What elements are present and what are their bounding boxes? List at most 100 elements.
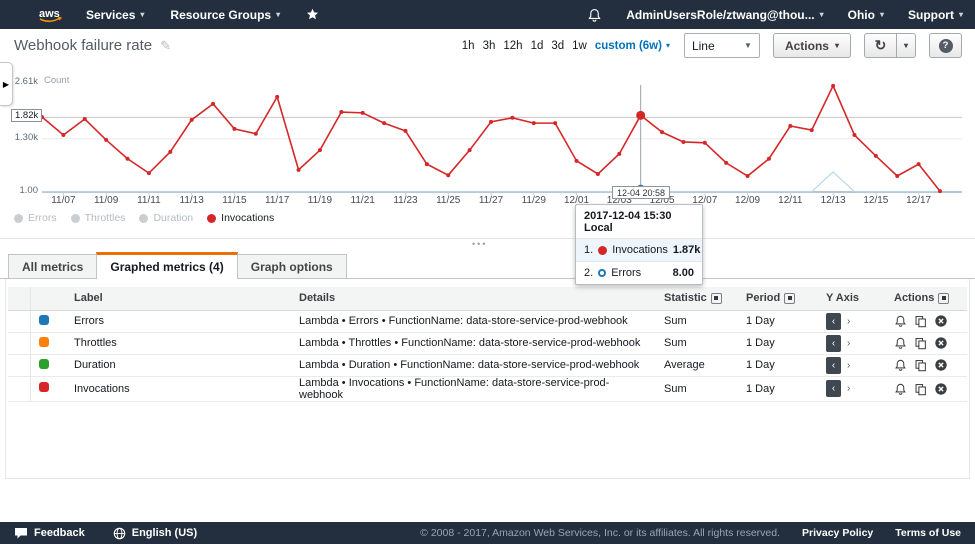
range-1h[interactable]: 1h	[462, 40, 475, 52]
x-tick-label: 12/09	[726, 195, 770, 206]
x-tick-label: 11/09	[84, 195, 128, 206]
refresh-options-button[interactable]: ▾	[897, 33, 916, 58]
pin-shortcut-icon[interactable]	[306, 8, 319, 21]
metric-period[interactable]: 1 Day	[740, 310, 820, 332]
info-icon[interactable]	[711, 293, 722, 304]
series-marker-filled	[598, 246, 607, 255]
chart-type-value: Line	[692, 39, 715, 53]
y-axis-left-toggle[interactable]: ‹	[826, 313, 841, 330]
column-header-statistic: Statistic	[664, 292, 707, 304]
legend-item-errors[interactable]: Errors	[14, 212, 57, 224]
tab-graph-options[interactable]: Graph options	[237, 254, 347, 278]
legend-label: Invocations	[221, 212, 274, 224]
tooltip-series-name: Errors	[611, 267, 667, 279]
help-button[interactable]: ?	[929, 33, 962, 58]
remove-metric-icon[interactable]	[934, 382, 948, 396]
create-alarm-icon[interactable]	[894, 314, 907, 328]
metric-statistic[interactable]: Sum	[658, 332, 740, 354]
metric-statistic[interactable]: Sum	[658, 376, 740, 401]
range-1w[interactable]: 1w	[572, 40, 587, 52]
y-axis-right-toggle[interactable]: ›	[847, 383, 850, 394]
account-menu[interactable]: AdminUsersRole/ztwang@thou... ▾	[626, 8, 823, 22]
metric-period[interactable]: 1 Day	[740, 376, 820, 401]
series-color-swatch[interactable]	[39, 337, 49, 347]
legend-item-throttles[interactable]: Throttles	[71, 212, 126, 224]
y-axis-right-toggle[interactable]: ›	[847, 338, 850, 349]
create-alarm-icon[interactable]	[894, 358, 907, 372]
info-icon[interactable]	[938, 293, 949, 304]
region-menu[interactable]: Ohio▾	[848, 8, 884, 22]
actions-button[interactable]: Actions ▾	[773, 33, 851, 58]
star-icon	[306, 8, 319, 21]
legend-item-invocations[interactable]: Invocations	[207, 212, 274, 224]
metric-details: Lambda • Duration • FunctionName: data-s…	[293, 354, 658, 376]
range-3h[interactable]: 3h	[483, 40, 496, 52]
account-name: AdminUsersRole/ztwang@thou...	[626, 8, 814, 22]
cloudwatch-console: aws Services▾ Resource Groups▾	[0, 0, 975, 544]
y-axis-left-toggle[interactable]: ‹	[826, 380, 841, 397]
nav-resource-groups[interactable]: Resource Groups▾	[170, 8, 280, 22]
table-row: Invocations Lambda • Invocations • Funct…	[8, 376, 967, 401]
chevron-down-icon[interactable]: ▾	[666, 41, 670, 50]
column-header-yaxis: Y Axis	[820, 287, 888, 310]
duplicate-icon[interactable]	[914, 336, 927, 350]
legend-label: Throttles	[85, 212, 126, 224]
chart-type-select[interactable]: Line ▼	[684, 33, 760, 58]
terms-of-use-link[interactable]: Terms of Use	[895, 527, 961, 539]
help-icon: ?	[939, 39, 953, 53]
privacy-policy-link[interactable]: Privacy Policy	[802, 527, 873, 539]
range-custom[interactable]: custom (6w)	[595, 40, 662, 52]
feedback-button[interactable]: Feedback	[14, 527, 85, 539]
duplicate-icon[interactable]	[914, 382, 927, 396]
remove-metric-icon[interactable]	[934, 358, 948, 372]
y-axis-left-toggle[interactable]: ‹	[826, 335, 841, 352]
info-icon[interactable]	[784, 293, 795, 304]
create-alarm-icon[interactable]	[894, 336, 907, 350]
metric-statistic[interactable]: Average	[658, 354, 740, 376]
refresh-button[interactable]: ↻	[864, 33, 897, 58]
metrics-table: Label Details Statistic Period Y Axis Ac…	[8, 287, 967, 402]
series-color-swatch[interactable]	[39, 359, 49, 369]
metric-period[interactable]: 1 Day	[740, 332, 820, 354]
tab-all-metrics[interactable]: All metrics	[8, 254, 97, 278]
nav-services[interactable]: Services▾	[86, 8, 144, 22]
metrics-chart[interactable]: ▶ Count 2.61k 1.82k 1.30k 1.00 11/0711/0…	[0, 62, 975, 253]
range-1d[interactable]: 1d	[531, 40, 544, 52]
language-selector[interactable]: English (US)	[113, 527, 197, 540]
support-menu[interactable]: Support▾	[908, 8, 963, 22]
legend-item-duration[interactable]: Duration	[139, 212, 193, 224]
tab-graphed-metrics[interactable]: Graphed metrics (4)	[96, 252, 237, 279]
range-3d[interactable]: 3d	[551, 40, 564, 52]
chevron-down-icon: ▾	[820, 10, 824, 19]
chevron-down-icon: ▾	[959, 10, 963, 19]
resize-handle[interactable]: •••	[472, 239, 487, 249]
tooltip-row-index: 1.	[584, 244, 593, 256]
notifications-bell-icon[interactable]	[587, 7, 602, 23]
y-tick-label: 2.61k	[0, 76, 38, 87]
series-color-swatch[interactable]	[39, 382, 49, 392]
metric-period[interactable]: 1 Day	[740, 354, 820, 376]
x-tick-label: 12/15	[854, 195, 898, 206]
x-tick-label: 11/17	[255, 195, 299, 206]
duplicate-icon[interactable]	[914, 358, 927, 372]
aws-logo[interactable]: aws	[36, 6, 64, 23]
edit-title-icon[interactable]: ✎	[160, 38, 171, 54]
range-12h[interactable]: 12h	[503, 40, 522, 52]
metric-statistic[interactable]: Sum	[658, 310, 740, 332]
create-alarm-icon[interactable]	[894, 382, 907, 396]
globe-icon	[113, 527, 126, 540]
x-tick-label: 11/19	[298, 195, 342, 206]
hover-date-label: 12-04 20:58	[612, 186, 670, 199]
series-color-swatch[interactable]	[39, 315, 49, 325]
remove-metric-icon[interactable]	[934, 336, 948, 350]
y-axis-right-toggle[interactable]: ›	[847, 360, 850, 371]
metric-details: Lambda • Invocations • FunctionName: dat…	[293, 376, 658, 401]
y-axis-right-toggle[interactable]: ›	[847, 316, 850, 327]
y-axis-left-toggle[interactable]: ‹	[826, 357, 841, 374]
actions-button-label: Actions	[785, 39, 829, 53]
remove-metric-icon[interactable]	[934, 314, 948, 328]
column-header-actions: Actions	[894, 292, 934, 304]
nav-services-label: Services	[86, 8, 135, 22]
series-marker-hollow	[598, 269, 606, 277]
duplicate-icon[interactable]	[914, 314, 927, 328]
